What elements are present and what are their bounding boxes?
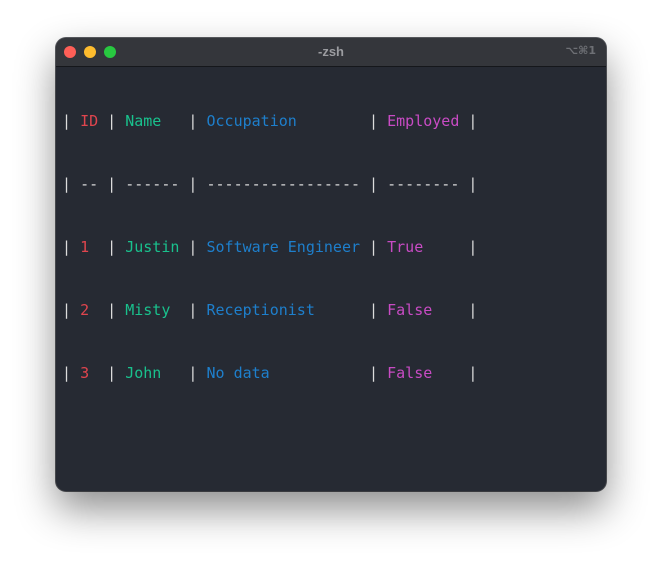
window-shortcut: ⌥⌘1 [565,44,596,57]
table-separator-row: | -- | ------ | ----------------- | ----… [62,175,478,193]
terminal-window: -zsh ⌥⌘1 | ID | Name | Occupation | Empl… [56,38,606,491]
header-employed: Employed [387,112,460,130]
table-row: | 1 | Justin | Software Engineer | True … [62,238,478,256]
window-title: -zsh [318,44,344,59]
table-row: | 2 | Misty | Receptionist | False | [62,301,478,319]
title-bar[interactable]: -zsh ⌥⌘1 [56,38,606,67]
table-header-row: | ID | Name | Occupation | Employed | [62,112,478,130]
header-occupation: Occupation [206,112,297,130]
header-id: ID [80,112,99,130]
header-name: Name [125,112,162,130]
table-row: | 3 | John | No data | False | [62,364,478,382]
terminal-output[interactable]: | ID | Name | Occupation | Employed | | … [62,69,477,426]
